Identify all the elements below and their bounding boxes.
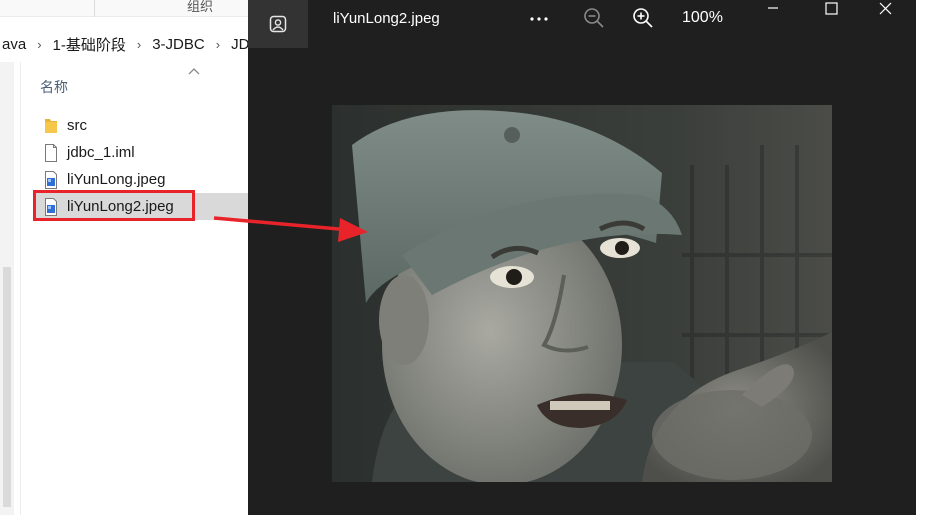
photo-viewer-window: liYunLong2.jpeg 100% bbox=[248, 0, 925, 515]
viewer-title: liYunLong2.jpeg bbox=[333, 10, 440, 27]
sort-ascending-icon[interactable] bbox=[188, 66, 200, 76]
breadcrumb-item[interactable]: ava bbox=[0, 36, 28, 53]
ribbon-divider bbox=[94, 0, 95, 17]
file-row-src[interactable]: src bbox=[33, 112, 248, 139]
zoom-in-icon[interactable] bbox=[630, 5, 656, 31]
breadcrumb-item[interactable]: JDB bbox=[229, 36, 248, 53]
scrollbar-thumb[interactable] bbox=[3, 267, 11, 507]
file-icon bbox=[45, 143, 57, 162]
ribbon-group-label: 组织 bbox=[187, 0, 214, 14]
ribbon: 组织 bbox=[0, 0, 248, 17]
close-icon[interactable] bbox=[872, 0, 898, 20]
more-options-icon[interactable] bbox=[524, 6, 554, 32]
window-edge bbox=[916, 0, 925, 515]
photos-app-icon[interactable] bbox=[248, 0, 308, 48]
displayed-photo[interactable] bbox=[332, 105, 832, 482]
zoom-level[interactable]: 100% bbox=[682, 9, 723, 27]
zoom-out-icon[interactable] bbox=[581, 5, 607, 31]
file-name: src bbox=[67, 117, 87, 134]
file-row-liyunlong[interactable]: liYunLong.jpeg bbox=[33, 166, 248, 193]
chevron-right-icon[interactable]: › bbox=[128, 37, 150, 52]
file-name: jdbc_1.iml bbox=[67, 144, 135, 161]
pane-divider[interactable] bbox=[20, 62, 21, 515]
breadcrumb-item[interactable]: 3-JDBC bbox=[150, 36, 207, 53]
file-name: liYunLong.jpeg bbox=[67, 171, 166, 188]
chevron-right-icon[interactable]: › bbox=[207, 37, 229, 52]
breadcrumb: ava › 1-基础阶段 › 3-JDBC › JDB bbox=[0, 28, 248, 60]
annotation-highlight-box bbox=[33, 190, 195, 221]
maximize-icon[interactable] bbox=[818, 0, 844, 20]
breadcrumb-item[interactable]: 1-基础阶段 bbox=[51, 34, 128, 55]
navigation-pane-scrollbar[interactable] bbox=[0, 62, 14, 515]
annotation-arrow bbox=[213, 216, 368, 242]
image-icon bbox=[269, 15, 287, 33]
chevron-right-icon[interactable]: › bbox=[28, 37, 50, 52]
image-file-icon bbox=[45, 170, 57, 189]
viewer-titlebar[interactable]: liYunLong2.jpeg 100% bbox=[248, 0, 916, 48]
column-header-name[interactable]: 名称 bbox=[40, 77, 68, 97]
folder-icon bbox=[45, 118, 57, 133]
minimize-icon[interactable] bbox=[760, 0, 786, 20]
file-row-jdbc-iml[interactable]: jdbc_1.iml bbox=[33, 139, 248, 166]
file-explorer-window: 组织 ava › 1-基础阶段 › 3-JDBC › JDB 名称 src bbox=[0, 0, 248, 515]
